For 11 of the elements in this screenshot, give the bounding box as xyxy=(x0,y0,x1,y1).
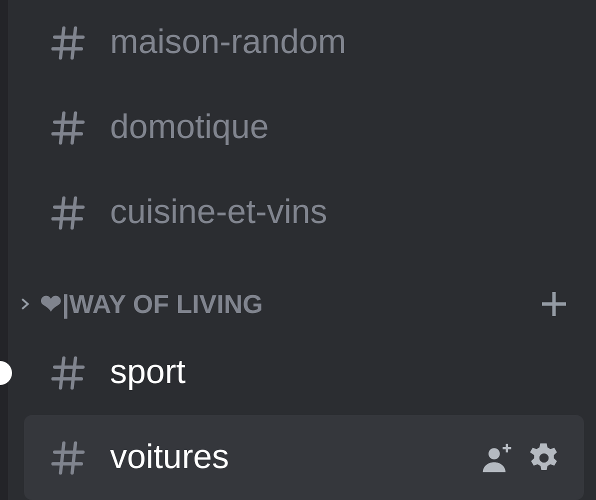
channel-name: maison-random xyxy=(110,22,346,63)
channel-name: cuisine-et-vins xyxy=(110,192,328,233)
channel-item[interactable]: sport xyxy=(24,330,584,415)
channel-item[interactable]: voitures xyxy=(24,415,584,500)
channel-name: voitures xyxy=(110,437,230,478)
channel-item[interactable]: domotique xyxy=(24,85,584,170)
channel-name: domotique xyxy=(110,107,269,148)
channel-name: sport xyxy=(110,352,186,393)
channel-item[interactable]: maison-random xyxy=(24,0,584,85)
channel-item[interactable]: cuisine-et-vins xyxy=(24,170,584,255)
category-name[interactable]: ❤|WAY OF LIVING xyxy=(40,284,263,324)
